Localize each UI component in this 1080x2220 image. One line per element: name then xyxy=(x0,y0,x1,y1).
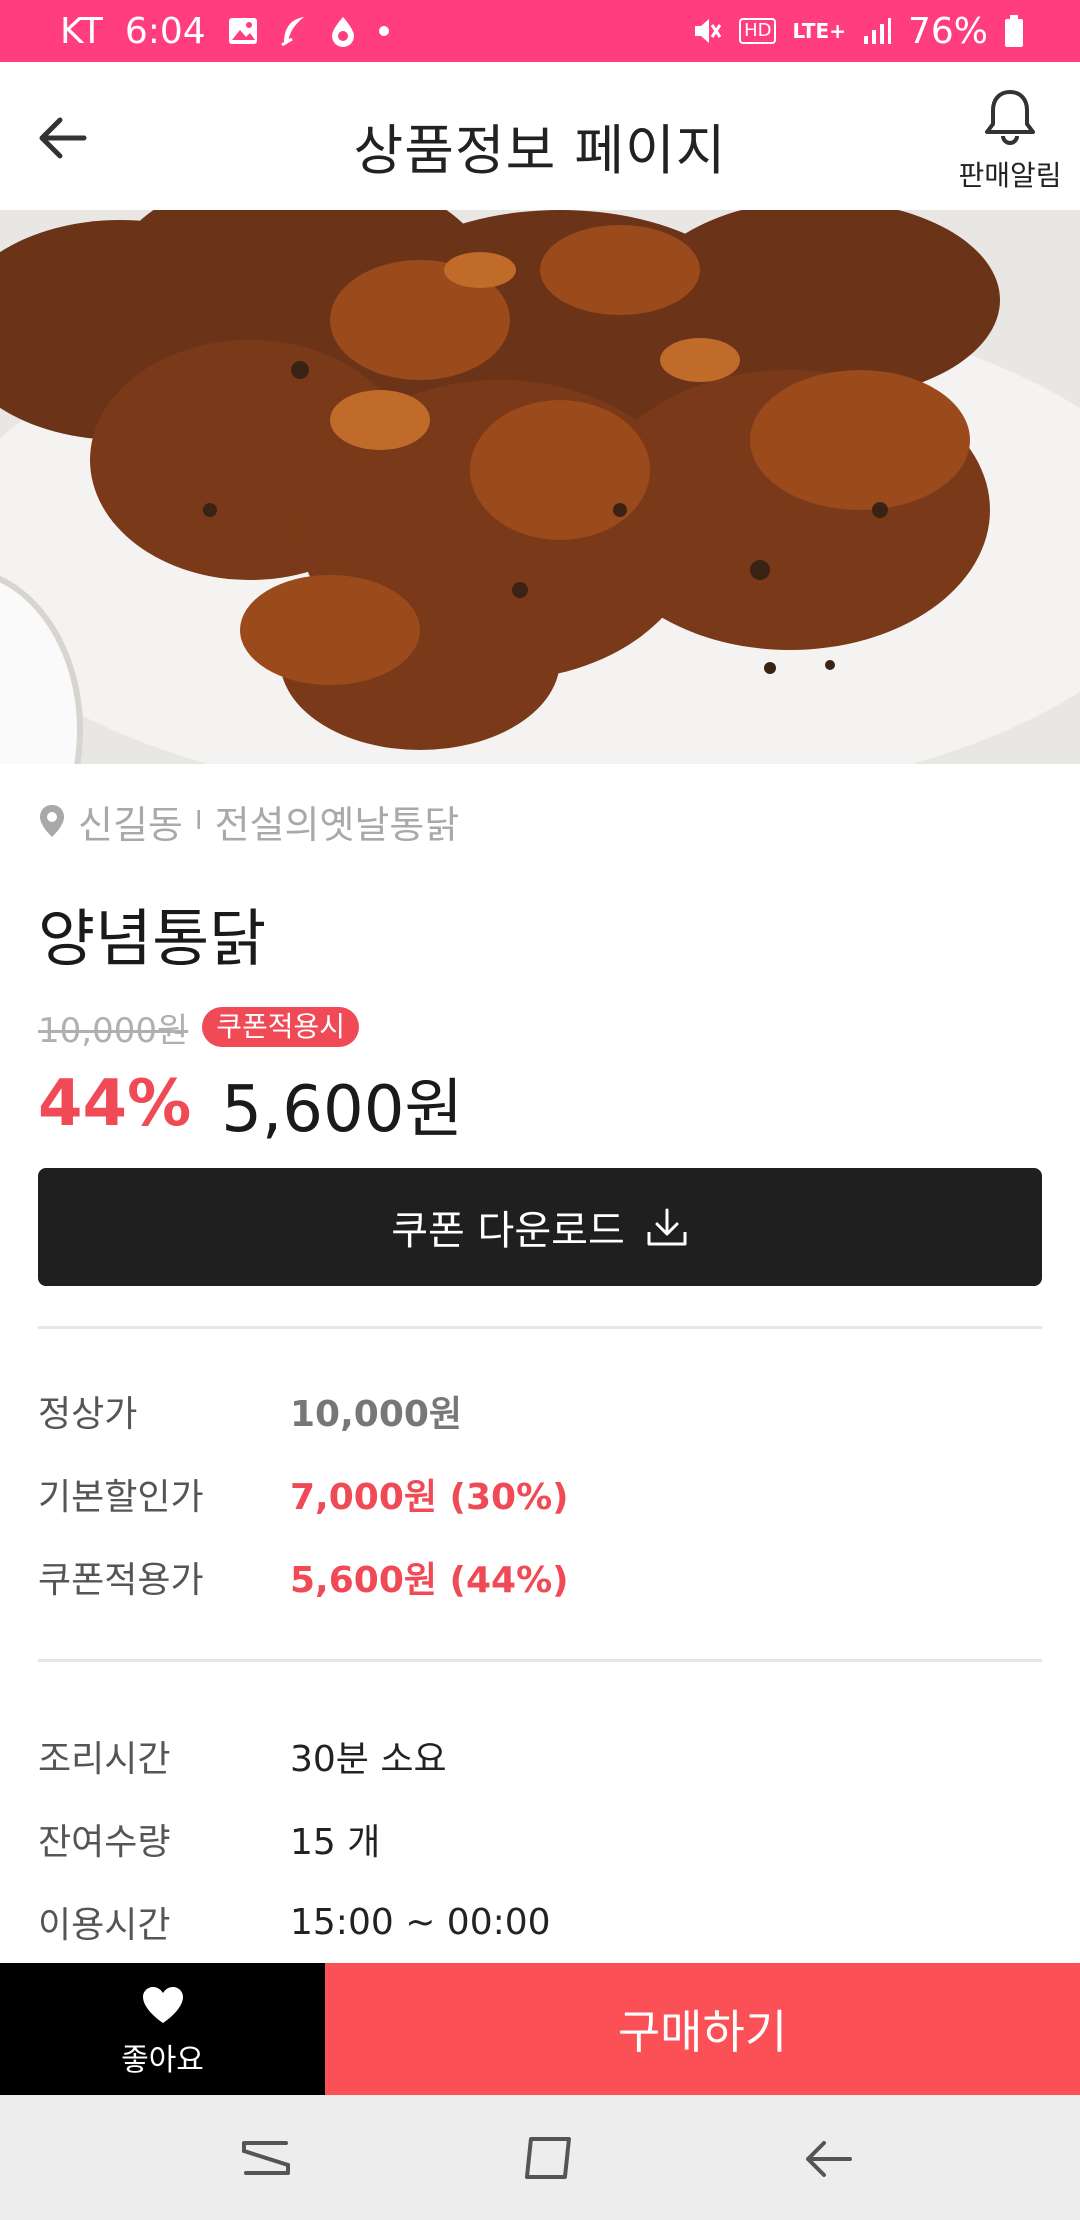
more-notifications-dot-icon xyxy=(378,25,390,37)
like-button[interactable]: 좋아요 xyxy=(0,1963,325,2095)
detail-row-remaining: 잔여수량 15 개 xyxy=(38,1814,1042,1864)
divider xyxy=(38,1326,1042,1329)
detail-row-value: 30분 소요 xyxy=(290,1739,447,1780)
status-left: KT 6:04 xyxy=(60,0,390,62)
product-image xyxy=(0,210,1080,764)
price-row-label: 정상가 xyxy=(38,1394,138,1435)
battery-icon xyxy=(1004,14,1024,48)
download-icon xyxy=(647,1208,687,1246)
clock: 6:04 xyxy=(124,10,206,52)
status-bar: KT 6:04 HD LTE+ 76% xyxy=(0,0,1080,62)
price-row-value: 7,000원 (30%) xyxy=(290,1477,569,1518)
system-nav-bar xyxy=(0,2095,1080,2220)
price-summary-top: 10,000원 쿠폰적용시 xyxy=(38,1004,360,1051)
back-arrow-icon xyxy=(806,2141,852,2177)
coupon-download-label: 쿠폰 다운로드 xyxy=(391,1208,625,1254)
original-price: 10,000원 xyxy=(38,1010,189,1051)
home-icon xyxy=(524,2137,571,2179)
heart-icon xyxy=(142,1987,183,2023)
coupon-applied-badge: 쿠폰적용시 xyxy=(202,1007,360,1047)
price-row-base-discount: 기본할인가 7,000원 (30%) xyxy=(38,1469,1042,1519)
bell-icon xyxy=(985,90,1035,145)
page-title: 상품정보 페이지 xyxy=(353,119,727,182)
mute-icon xyxy=(691,15,723,47)
recent-apps-button[interactable] xyxy=(236,2129,296,2189)
store-name: 전설의옛날통닭 xyxy=(214,802,460,847)
home-button[interactable] xyxy=(516,2129,576,2189)
hd-voice-badge: HD xyxy=(739,18,777,44)
battery-percent: 76% xyxy=(907,10,988,52)
map-pin-icon xyxy=(40,805,64,837)
final-price: 5,600원 xyxy=(221,1073,464,1147)
app-header: 상품정보 페이지 판매알림 xyxy=(0,62,1080,210)
like-label: 좋아요 xyxy=(121,2043,204,2078)
detail-row-hours: 이용시간 15:00 ~ 00:00 xyxy=(38,1897,1042,1947)
system-back-button[interactable] xyxy=(798,2129,858,2189)
bottom-action-bar: 좋아요 구매하기 xyxy=(0,1963,1080,2095)
discount-rate: 44% xyxy=(38,1067,192,1141)
sale-alarm-button[interactable]: 판매알림 xyxy=(950,88,1070,198)
price-row-label: 쿠폰적용가 xyxy=(38,1560,204,1601)
signal-icon xyxy=(862,16,892,46)
price-row-label: 기본할인가 xyxy=(38,1477,204,1518)
drop-notification-icon xyxy=(330,15,356,47)
carrier-label: KT xyxy=(60,10,103,52)
detail-row-label: 이용시간 xyxy=(38,1905,171,1946)
status-right: HD LTE+ 76% xyxy=(691,0,1024,62)
location-separator: I xyxy=(194,806,203,836)
price-row-coupon: 쿠폰적용가 5,600원 (44%) xyxy=(38,1552,1042,1602)
coupon-download-button[interactable]: 쿠폰 다운로드 xyxy=(38,1168,1042,1286)
sale-alarm-label: 판매알림 xyxy=(958,159,1062,192)
location-name: 신길동 xyxy=(78,802,183,847)
store-location: 신길동 I 전설의옛날통닭 xyxy=(38,796,460,847)
divider xyxy=(38,1659,1042,1662)
detail-row-label: 잔여수량 xyxy=(38,1822,171,1863)
detail-row-cook-time: 조리시간 30분 소요 xyxy=(38,1731,1042,1781)
recent-apps-icon xyxy=(242,2141,290,2175)
network-type-label: LTE+ xyxy=(792,19,846,43)
price-row-regular: 정상가 10,000원 xyxy=(38,1386,1042,1436)
purchase-label: 구매하기 xyxy=(617,2005,788,2059)
product-name: 양념통닭 xyxy=(38,902,267,975)
image-notification-icon xyxy=(228,17,258,45)
detail-row-value: 15 개 xyxy=(290,1822,381,1863)
feather-notification-icon xyxy=(280,15,308,47)
detail-row-value: 15:00 ~ 00:00 xyxy=(290,1901,551,1943)
price-row-value: 5,600원 (44%) xyxy=(290,1560,569,1601)
detail-row-label: 조리시간 xyxy=(38,1739,171,1780)
purchase-button[interactable]: 구매하기 xyxy=(325,1963,1080,2095)
price-row-value: 10,000원 xyxy=(290,1394,463,1435)
price-summary-main: 44% 5,600원 xyxy=(38,1062,463,1147)
